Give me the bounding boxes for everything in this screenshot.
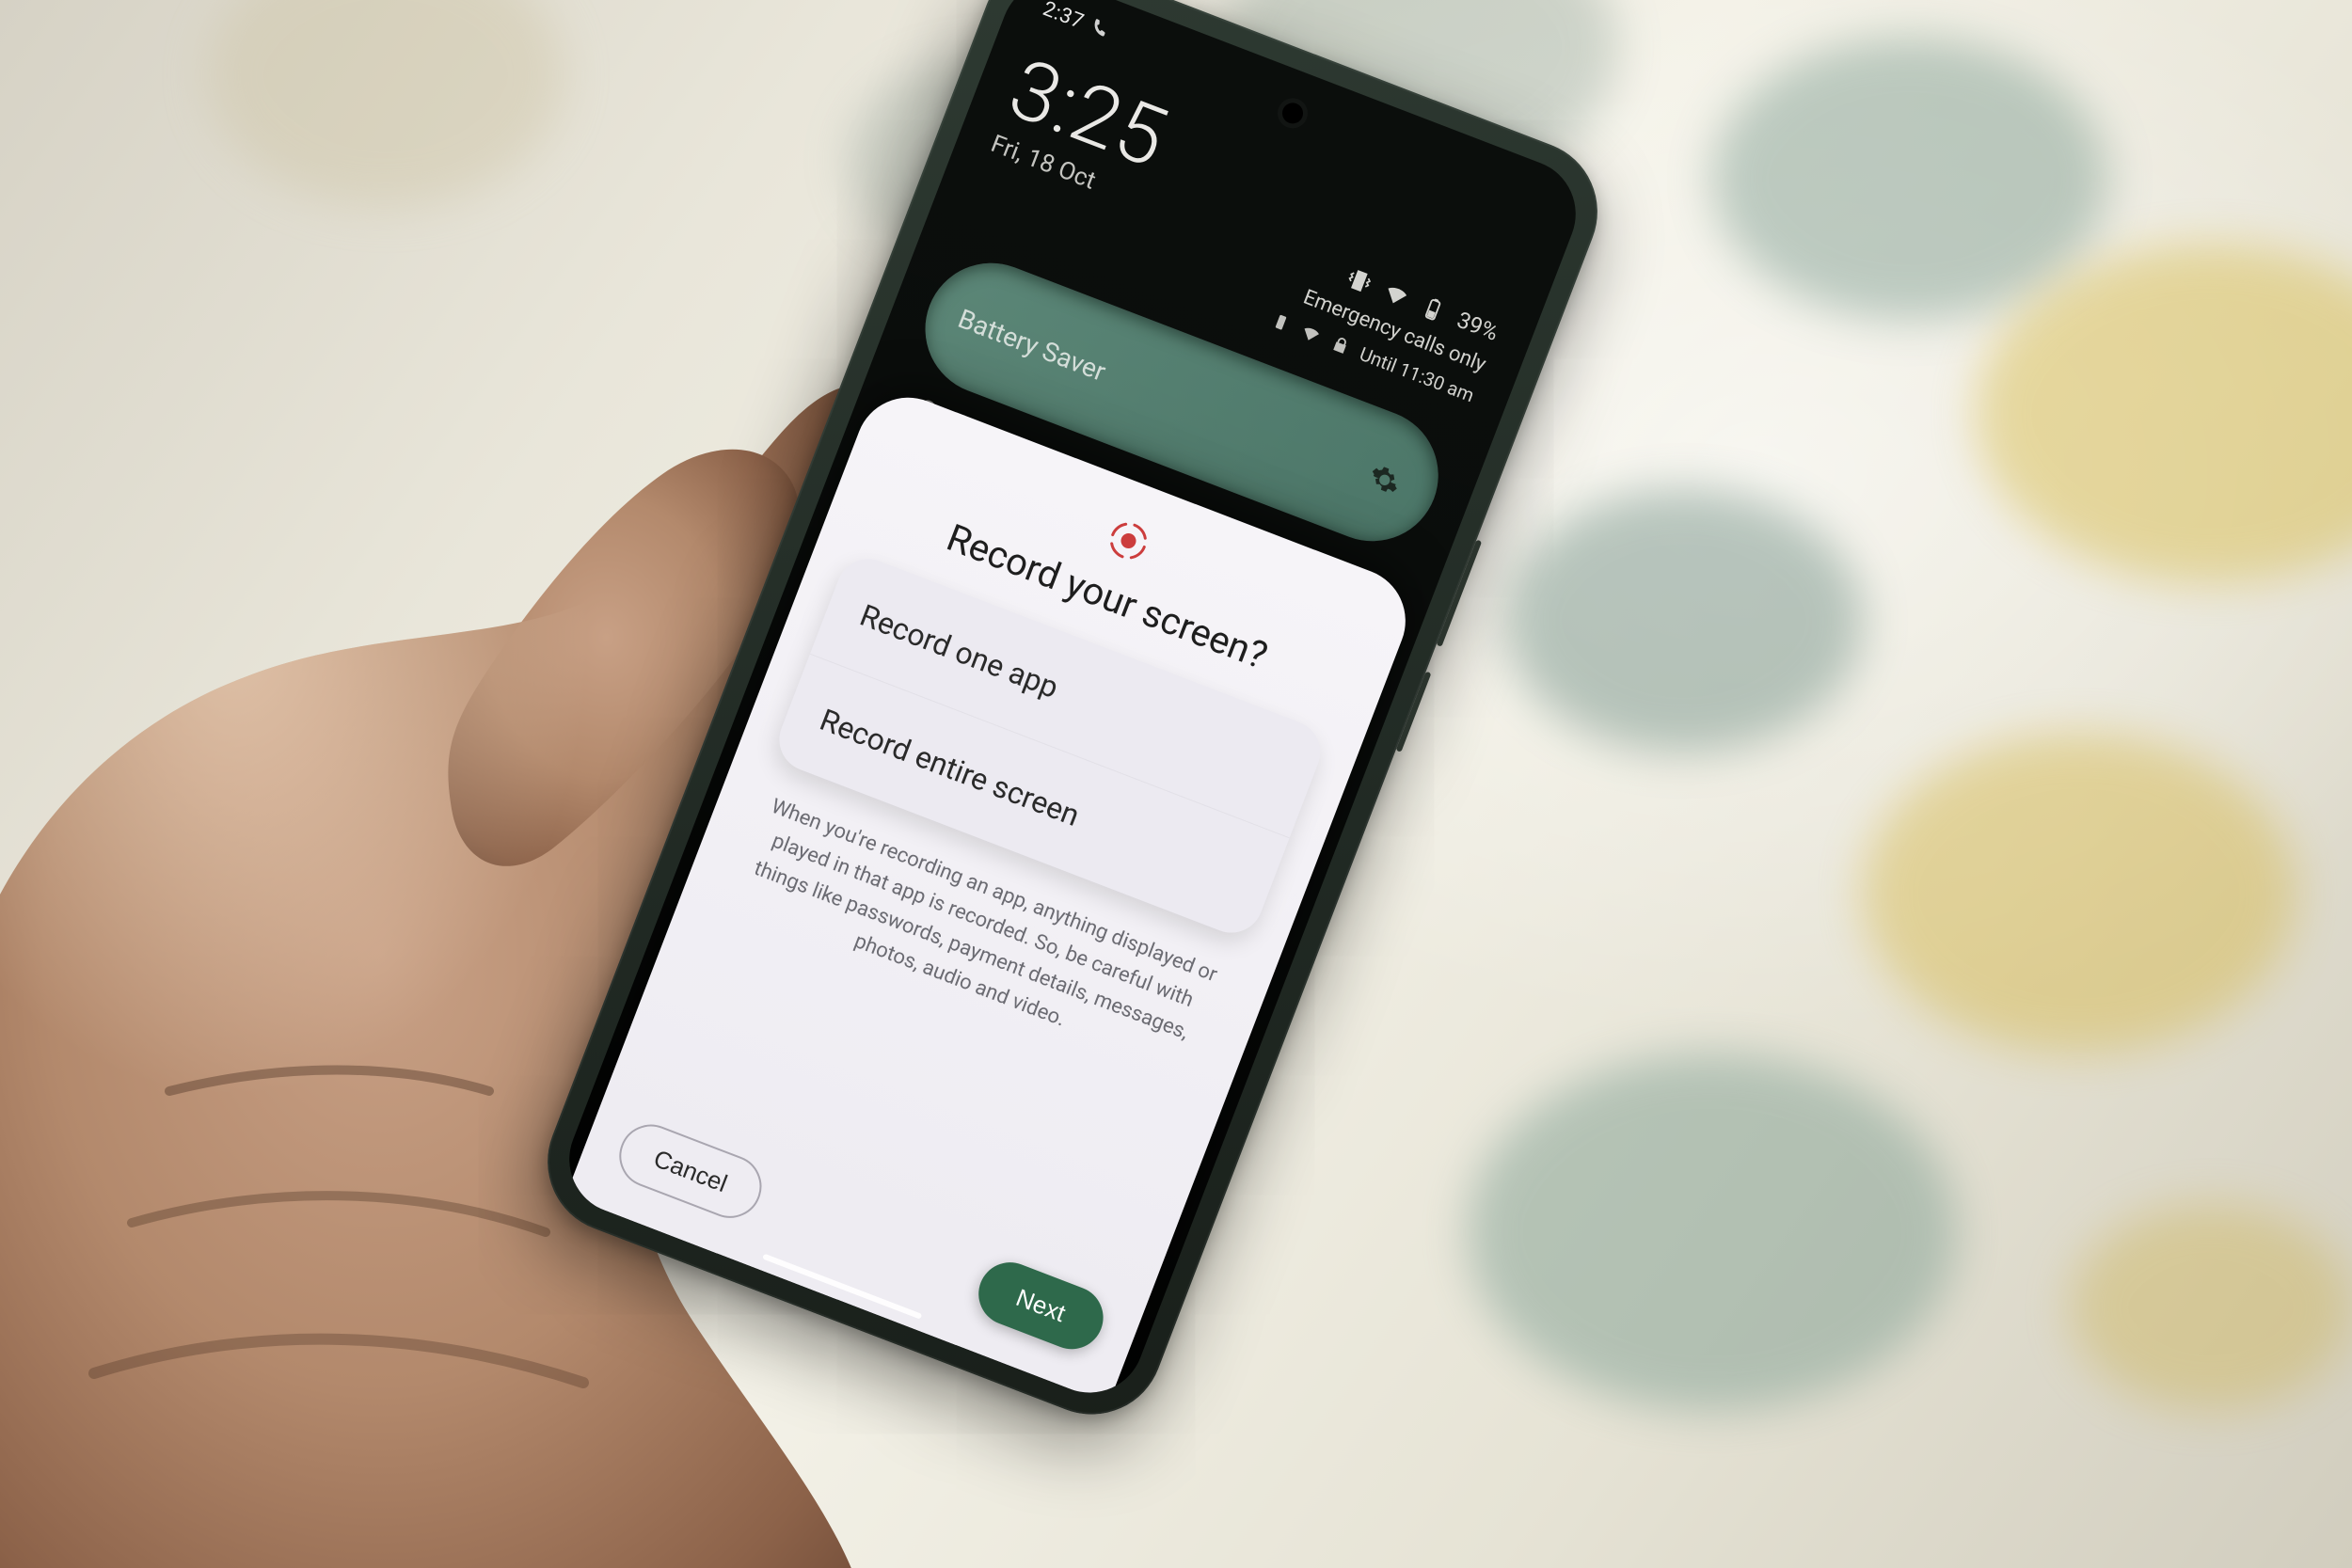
- next-button[interactable]: Next: [969, 1253, 1112, 1358]
- photo-background: 2:37 3:25 Fri, 18 Oct: [0, 0, 2352, 1568]
- wifi-small-icon: [1297, 320, 1324, 346]
- lock-icon: [1327, 332, 1353, 358]
- phone-icon: [1087, 16, 1113, 42]
- vibrate-small-icon: [1267, 309, 1294, 335]
- wifi-icon: [1379, 278, 1413, 312]
- cancel-button[interactable]: Cancel: [611, 1116, 771, 1227]
- phone-frame: 2:37 3:25 Fri, 18 Oct: [527, 0, 1618, 1435]
- phone-screen: 2:37 3:25 Fri, 18 Oct: [553, 0, 1591, 1408]
- battery-icon: [1417, 293, 1451, 326]
- record-icon: [1102, 515, 1155, 568]
- power-button: [1396, 672, 1432, 752]
- vibrate-icon: [1343, 264, 1376, 298]
